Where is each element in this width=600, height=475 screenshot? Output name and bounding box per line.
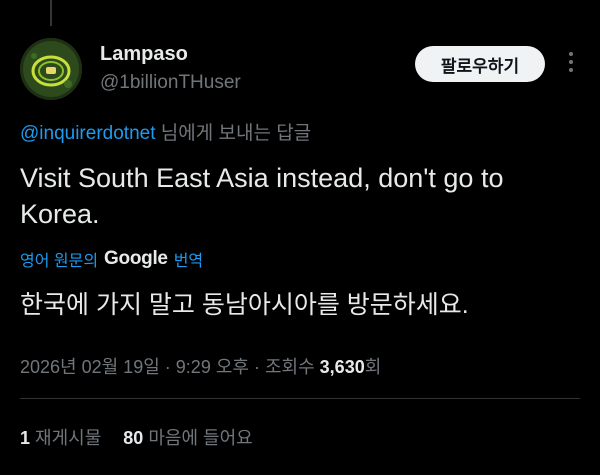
user-handle[interactable]: @1billionTHuser (100, 70, 241, 96)
views-suffix: 회 (364, 357, 382, 377)
tweet-text: Visit South East Asia instead, don't go … (20, 163, 504, 229)
divider (20, 398, 580, 399)
reply-mention-link[interactable]: @inquirerdotnet (20, 123, 155, 144)
reply-to: @inquirerdotnet 님에게 보내는 답글 (20, 118, 311, 145)
display-name[interactable]: Lampaso (100, 42, 241, 66)
reposts-label: 재게시물 (35, 428, 102, 448)
tweet-time[interactable]: 9:29 오후 (176, 357, 249, 377)
name-block: Lampaso @1billionTHuser (100, 42, 241, 96)
likes-stat[interactable]: 80 마음에 들어요 (123, 424, 252, 450)
tweet-stats: 1 재게시물 80 마음에 들어요 (20, 424, 253, 450)
views-label: 조회수 (264, 357, 315, 377)
translated-text: 한국에 가지 말고 동남아시아를 방문하세요. (20, 291, 469, 319)
avatar-image (20, 38, 82, 100)
tweet-date[interactable]: 2026년 02월 19일 (20, 357, 160, 377)
google-logo: Google (104, 248, 168, 269)
translation-suffix: 번역 (173, 253, 204, 270)
likes-label: 마음에 들어요 (148, 428, 253, 448)
tweet-meta: 2026년 02월 19일 · 9:29 오후 · 조회수 3,630회 (20, 353, 381, 379)
tweet-header: Lampaso @1billionTHuser 팔로우하기 (20, 38, 584, 102)
reposts-stat[interactable]: 1 재게시물 (20, 424, 101, 450)
avatar[interactable] (20, 38, 82, 100)
views-count: 3,630 (319, 357, 365, 377)
follow-button[interactable]: 팔로우하기 (415, 46, 545, 82)
reposts-count: 1 (20, 428, 31, 448)
reply-suffix: 님에게 보내는 답글 (155, 123, 312, 144)
meta-separator: · (253, 357, 265, 377)
translation-attribution[interactable]: 영어 원문의 Google 번역 (20, 247, 203, 271)
likes-count: 80 (123, 428, 144, 448)
translation-prefix: 영어 원문의 (20, 253, 99, 270)
thread-line (50, 0, 52, 26)
meta-separator: · (164, 357, 176, 377)
more-icon[interactable] (563, 52, 579, 76)
